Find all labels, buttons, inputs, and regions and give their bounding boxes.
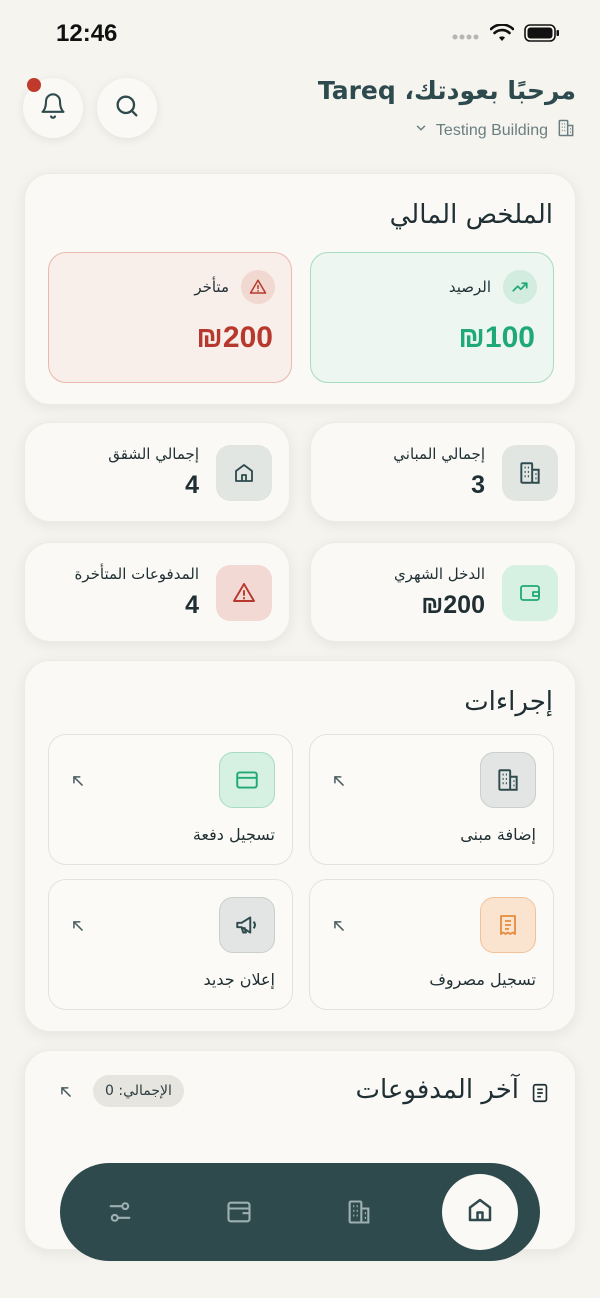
balance-value: ₪100 (458, 321, 535, 354)
stat-label: الدخل الشهري (393, 565, 485, 583)
stat-value: 4 (185, 471, 199, 499)
trending-up-icon (503, 270, 537, 304)
search-icon (113, 92, 141, 124)
overdue-label: متأخر (194, 278, 229, 296)
action-label: تسجيل دفعة (192, 825, 275, 844)
new-announcement-button[interactable]: إعلان جديد (48, 879, 293, 1010)
stat-card-late-payments[interactable]: المدفوعات المتأخرة 4 (24, 542, 290, 642)
financial-summary-title: الملخص المالي (389, 200, 553, 230)
notification-badge (27, 78, 41, 92)
action-label: إضافة مبنى (460, 825, 536, 844)
battery-icon (524, 24, 560, 46)
building-name: Testing Building (435, 121, 548, 139)
add-building-button[interactable]: إضافة مبنى (309, 734, 554, 865)
notifications-button[interactable] (23, 78, 83, 138)
stat-label: إجمالي الشقق (108, 445, 199, 463)
arrow-up-left-icon (71, 918, 85, 937)
chevron-down-icon (414, 121, 428, 140)
total-badge: الإجمالي: 0 (93, 1075, 184, 1107)
record-expense-button[interactable]: تسجيل مصروف (309, 879, 554, 1010)
settings-sliders-icon[interactable] (106, 1198, 134, 1230)
signal-icon (452, 26, 480, 45)
home-icon (216, 445, 272, 501)
record-payment-button[interactable]: تسجيل دفعة (48, 734, 293, 865)
warning-icon (241, 270, 275, 304)
building-selector[interactable]: Testing Building (414, 118, 576, 143)
stat-card-monthly-income[interactable]: الدخل الشهري ₪200 (310, 542, 576, 642)
balance-label: الرصيد (448, 278, 491, 296)
home-icon (465, 1195, 495, 1229)
arrow-up-left-icon (332, 773, 346, 792)
status-time: 12:46 (56, 20, 118, 47)
status-icons (452, 23, 560, 46)
credit-card-icon (219, 752, 275, 808)
wifi-icon (489, 23, 515, 46)
megaphone-icon (219, 897, 275, 953)
building-icon[interactable] (345, 1198, 373, 1230)
stat-label: إجمالي المباني (393, 445, 485, 463)
action-label: إعلان جديد (203, 970, 275, 989)
stat-card-apartments[interactable]: إجمالي الشقق 4 (24, 422, 290, 522)
document-list-icon (529, 1081, 551, 1109)
stat-value: 4 (185, 591, 199, 619)
bell-icon (39, 92, 67, 124)
arrow-up-left-icon (71, 773, 85, 792)
receipt-icon (480, 897, 536, 953)
warning-icon (216, 565, 272, 621)
stat-value: 3 (471, 471, 485, 499)
wallet-icon (502, 565, 558, 621)
arrow-up-left-icon (332, 918, 346, 937)
building-icon (480, 752, 536, 808)
stat-value: ₪200 (421, 591, 485, 619)
building-icon (556, 118, 576, 143)
financial-summary-card: الملخص المالي الرصيد ₪100 متأخر ₪200 (24, 173, 576, 405)
action-label: تسجيل مصروف (429, 970, 536, 989)
bottom-navigation (60, 1163, 540, 1261)
building-icon (502, 445, 558, 501)
welcome-greeting: مرحبًا بعودتك، Tareq (317, 76, 576, 105)
wallet-icon[interactable] (225, 1198, 253, 1230)
stat-card-buildings[interactable]: إجمالي المباني 3 (310, 422, 576, 522)
recent-payments-title: آخر المدفوعات (355, 1075, 519, 1105)
stat-label: المدفوعات المتأخرة (74, 565, 199, 583)
search-button[interactable] (97, 78, 157, 138)
actions-card: إجراءات إضافة مبنى تسجيل دفعة تسجيل مصرو… (24, 660, 576, 1032)
balance-box: الرصيد ₪100 (310, 252, 554, 383)
nav-home-button[interactable] (442, 1174, 518, 1250)
arrow-up-left-icon[interactable] (59, 1084, 73, 1103)
overdue-box: متأخر ₪200 (48, 252, 292, 383)
overdue-value: ₪200 (196, 321, 273, 354)
actions-title: إجراءات (464, 687, 553, 717)
